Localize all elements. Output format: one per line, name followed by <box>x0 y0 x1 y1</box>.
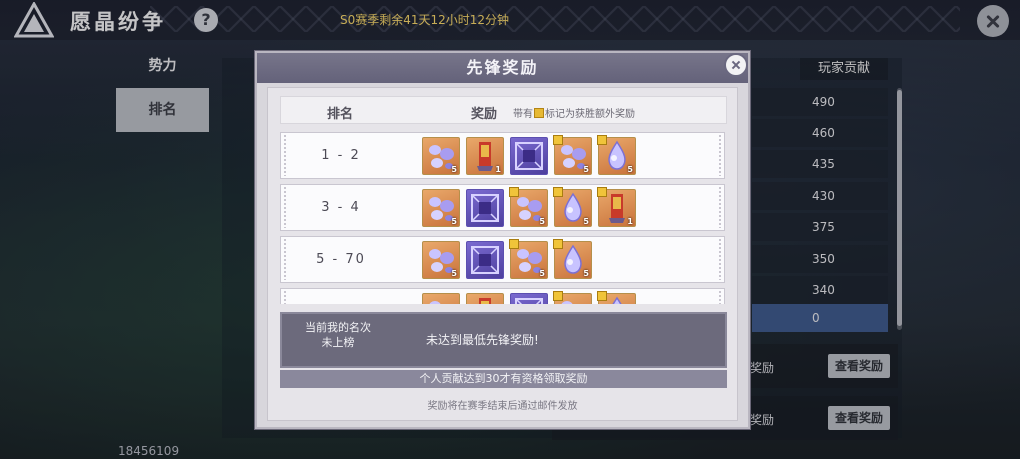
dialog-body: 排名 奖励 带有 标记为获胜额外奖励 1 - 2 5 1 5 5 3 - 4 5 5 5 1 5 - … <box>267 87 738 421</box>
vanguard-reward-dialog: 先锋奖励 排名 奖励 带有 标记为获胜额外奖励 1 - 251553 - 4555… <box>255 51 750 429</box>
reward-tier-row: 5 - 70 5 5 5 <box>280 236 725 283</box>
reward-table-header: 排名 奖励 带有 标记为获胜额外奖励 <box>280 96 727 124</box>
bonus-mark-icon <box>553 239 563 249</box>
banner-icon[interactable] <box>466 293 504 304</box>
my-rank-label-line1: 当前我的名次 <box>305 321 371 334</box>
crystal-pile-icon[interactable]: 5 <box>553 135 592 175</box>
frame-icon[interactable] <box>510 137 548 175</box>
my-rank-label: 当前我的名次 未上榜 <box>288 320 388 350</box>
mail-delivery-note: 奖励将在赛季结束后通过邮件发放 <box>427 401 578 412</box>
crystal-drop-icon[interactable]: 5 <box>553 239 592 279</box>
item-quantity: 5 <box>583 165 589 174</box>
my-rank-status: 未达到最低先锋奖励! <box>426 333 539 347</box>
reward-list[interactable]: 1 - 2 5 1 5 5 3 - 4 5 5 5 1 5 - 70 5 5 5 <box>280 132 727 304</box>
frame-icon[interactable] <box>466 241 504 279</box>
crystal-pile-icon[interactable]: 5 <box>509 239 548 279</box>
crystal-pile-icon[interactable]: 5 <box>422 137 460 175</box>
my-rank-label-line2: 未上榜 <box>321 336 355 349</box>
crystal-drop-icon[interactable]: 5 <box>597 135 636 175</box>
item-quantity: 1 <box>495 165 501 174</box>
bonus-mark-icon <box>553 291 563 301</box>
crystal-drop-icon[interactable]: 5 <box>553 187 592 227</box>
crystal-pile-icon[interactable] <box>422 293 460 304</box>
bonus-note-prefix: 带有 <box>513 109 533 120</box>
bonus-mark-icon <box>534 108 544 118</box>
item-quantity: 5 <box>451 165 457 174</box>
bonus-mark-icon <box>597 135 607 145</box>
bonus-mark-icon <box>597 187 607 197</box>
dialog-close-icon[interactable] <box>724 53 748 77</box>
crystal-pile-icon[interactable]: 5 <box>422 241 460 279</box>
crystal-pile-icon[interactable]: 5 <box>509 187 548 227</box>
bonus-mark-icon <box>509 187 519 197</box>
banner-icon[interactable]: 1 <box>597 187 636 227</box>
crystal-pile-icon[interactable] <box>553 291 592 304</box>
item-quantity: 5 <box>583 269 589 278</box>
bonus-mark-icon <box>597 291 607 301</box>
bonus-mark-icon <box>509 239 519 249</box>
reward-tier-row <box>280 288 725 304</box>
bonus-note: 带有 标记为获胜额外奖励 <box>513 105 635 120</box>
requirement-note: 个人贡献达到30才有资格领取奖励 <box>280 370 727 388</box>
item-quantity: 5 <box>539 269 545 278</box>
item-quantity: 5 <box>539 217 545 226</box>
rank-column-header: 排名 <box>327 107 354 122</box>
item-quantity: 1 <box>627 217 633 226</box>
reward-tier-row: 1 - 2 5 1 5 5 <box>280 132 725 179</box>
banner-icon[interactable]: 1 <box>466 137 504 175</box>
frame-icon[interactable] <box>466 189 504 227</box>
tier-rank-range: 5 - 70 <box>316 252 366 267</box>
item-quantity: 5 <box>451 269 457 278</box>
my-rank-panel: 当前我的名次 未上榜 未达到最低先锋奖励! <box>280 312 727 368</box>
reward-column-header: 奖励 <box>471 107 498 122</box>
bonus-mark-icon <box>553 135 563 145</box>
item-quantity: 5 <box>583 217 589 226</box>
tier-rank-range: 1 - 2 <box>321 148 361 163</box>
item-quantity: 5 <box>451 217 457 226</box>
frame-icon[interactable] <box>510 293 548 304</box>
bonus-note-suffix: 标记为获胜额外奖励 <box>545 109 635 120</box>
item-quantity: 5 <box>627 165 633 174</box>
reward-tier-row: 3 - 4 5 5 5 1 <box>280 184 725 231</box>
crystal-drop-icon[interactable] <box>597 291 636 304</box>
bonus-mark-icon <box>553 187 563 197</box>
crystal-pile-icon[interactable]: 5 <box>422 189 460 227</box>
dialog-title: 先锋奖励 <box>257 53 748 83</box>
tier-rank-range: 3 - 4 <box>321 200 361 215</box>
